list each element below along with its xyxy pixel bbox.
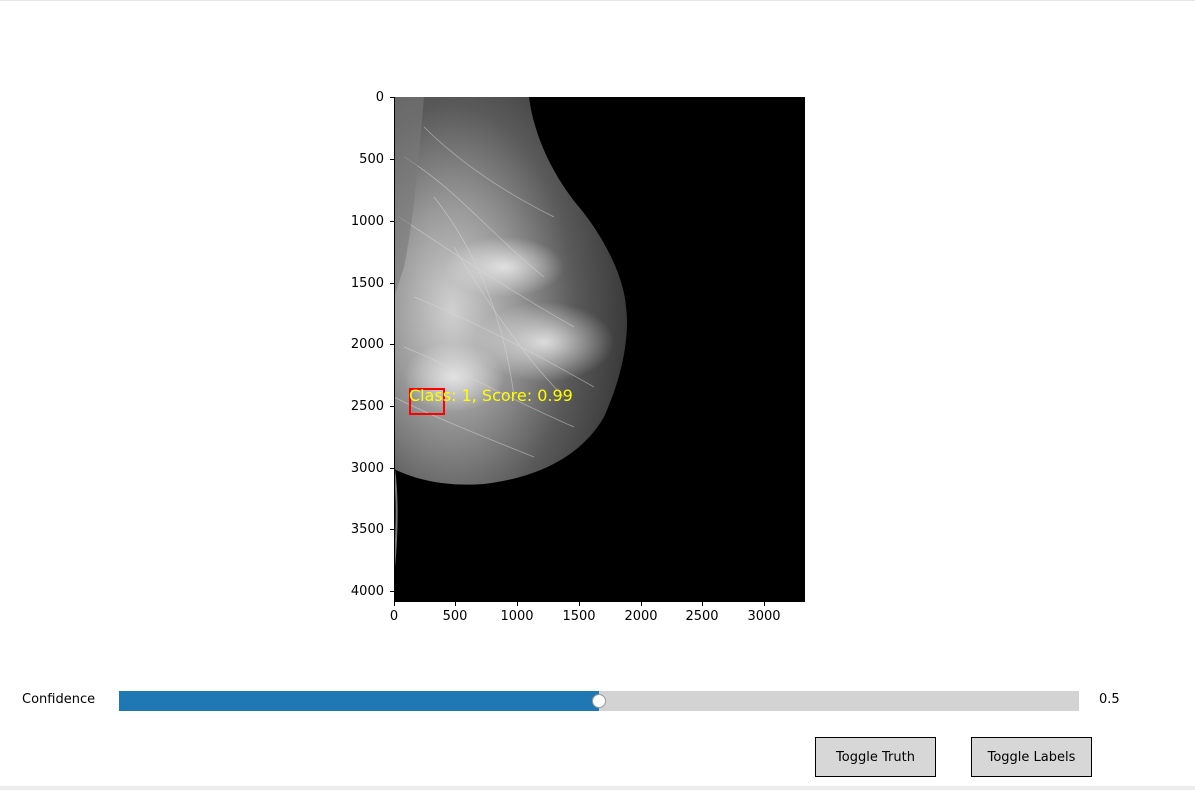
y-tick <box>390 283 394 284</box>
y-tick-label: 3000 <box>350 461 384 476</box>
mammogram-render <box>394 97 628 568</box>
x-tick-label: 2500 <box>685 609 719 624</box>
y-tick-label: 0 <box>375 90 384 105</box>
window-top-border <box>0 0 1195 1</box>
y-tick-label: 1500 <box>350 276 384 291</box>
confidence-slider-handle[interactable] <box>592 694 606 708</box>
y-axis-spine <box>394 97 395 602</box>
mammogram-image[interactable] <box>394 97 805 602</box>
confidence-slider-fill <box>119 691 599 711</box>
y-tick <box>390 406 394 407</box>
toggle-truth-button[interactable]: Toggle Truth <box>815 737 936 777</box>
x-tick <box>517 602 518 606</box>
x-tick <box>394 602 395 606</box>
y-tick-label: 4000 <box>350 584 384 599</box>
x-tick-label: 0 <box>389 609 399 624</box>
y-tick-label: 2500 <box>350 399 384 414</box>
confidence-value: 0.5 <box>1099 692 1120 707</box>
y-tick <box>390 159 394 160</box>
y-tick <box>390 344 394 345</box>
x-tick <box>764 602 765 606</box>
y-tick <box>390 221 394 222</box>
x-tick-label: 2000 <box>624 609 658 624</box>
y-tick <box>390 591 394 592</box>
y-tick-label: 3500 <box>350 522 384 537</box>
confidence-slider[interactable] <box>119 691 1079 711</box>
y-tick-label: 1000 <box>350 214 384 229</box>
x-tick-label: 3000 <box>747 609 781 624</box>
y-tick <box>390 97 394 98</box>
x-tick-label: 1000 <box>500 609 534 624</box>
x-tick <box>455 602 456 606</box>
y-tick <box>390 468 394 469</box>
confidence-label: Confidence <box>22 692 96 707</box>
x-tick <box>641 602 642 606</box>
toggle-labels-button[interactable]: Toggle Labels <box>971 737 1092 777</box>
x-tick-label: 500 <box>442 609 468 624</box>
x-tick <box>579 602 580 606</box>
x-tick <box>702 602 703 606</box>
y-tick <box>390 529 394 530</box>
y-tick-label: 2000 <box>350 337 384 352</box>
detection-label: Class: 1, Score: 0.99 <box>409 386 573 405</box>
window-bottom-border <box>0 786 1195 790</box>
y-tick-label: 500 <box>359 152 384 167</box>
x-tick-label: 1500 <box>562 609 596 624</box>
